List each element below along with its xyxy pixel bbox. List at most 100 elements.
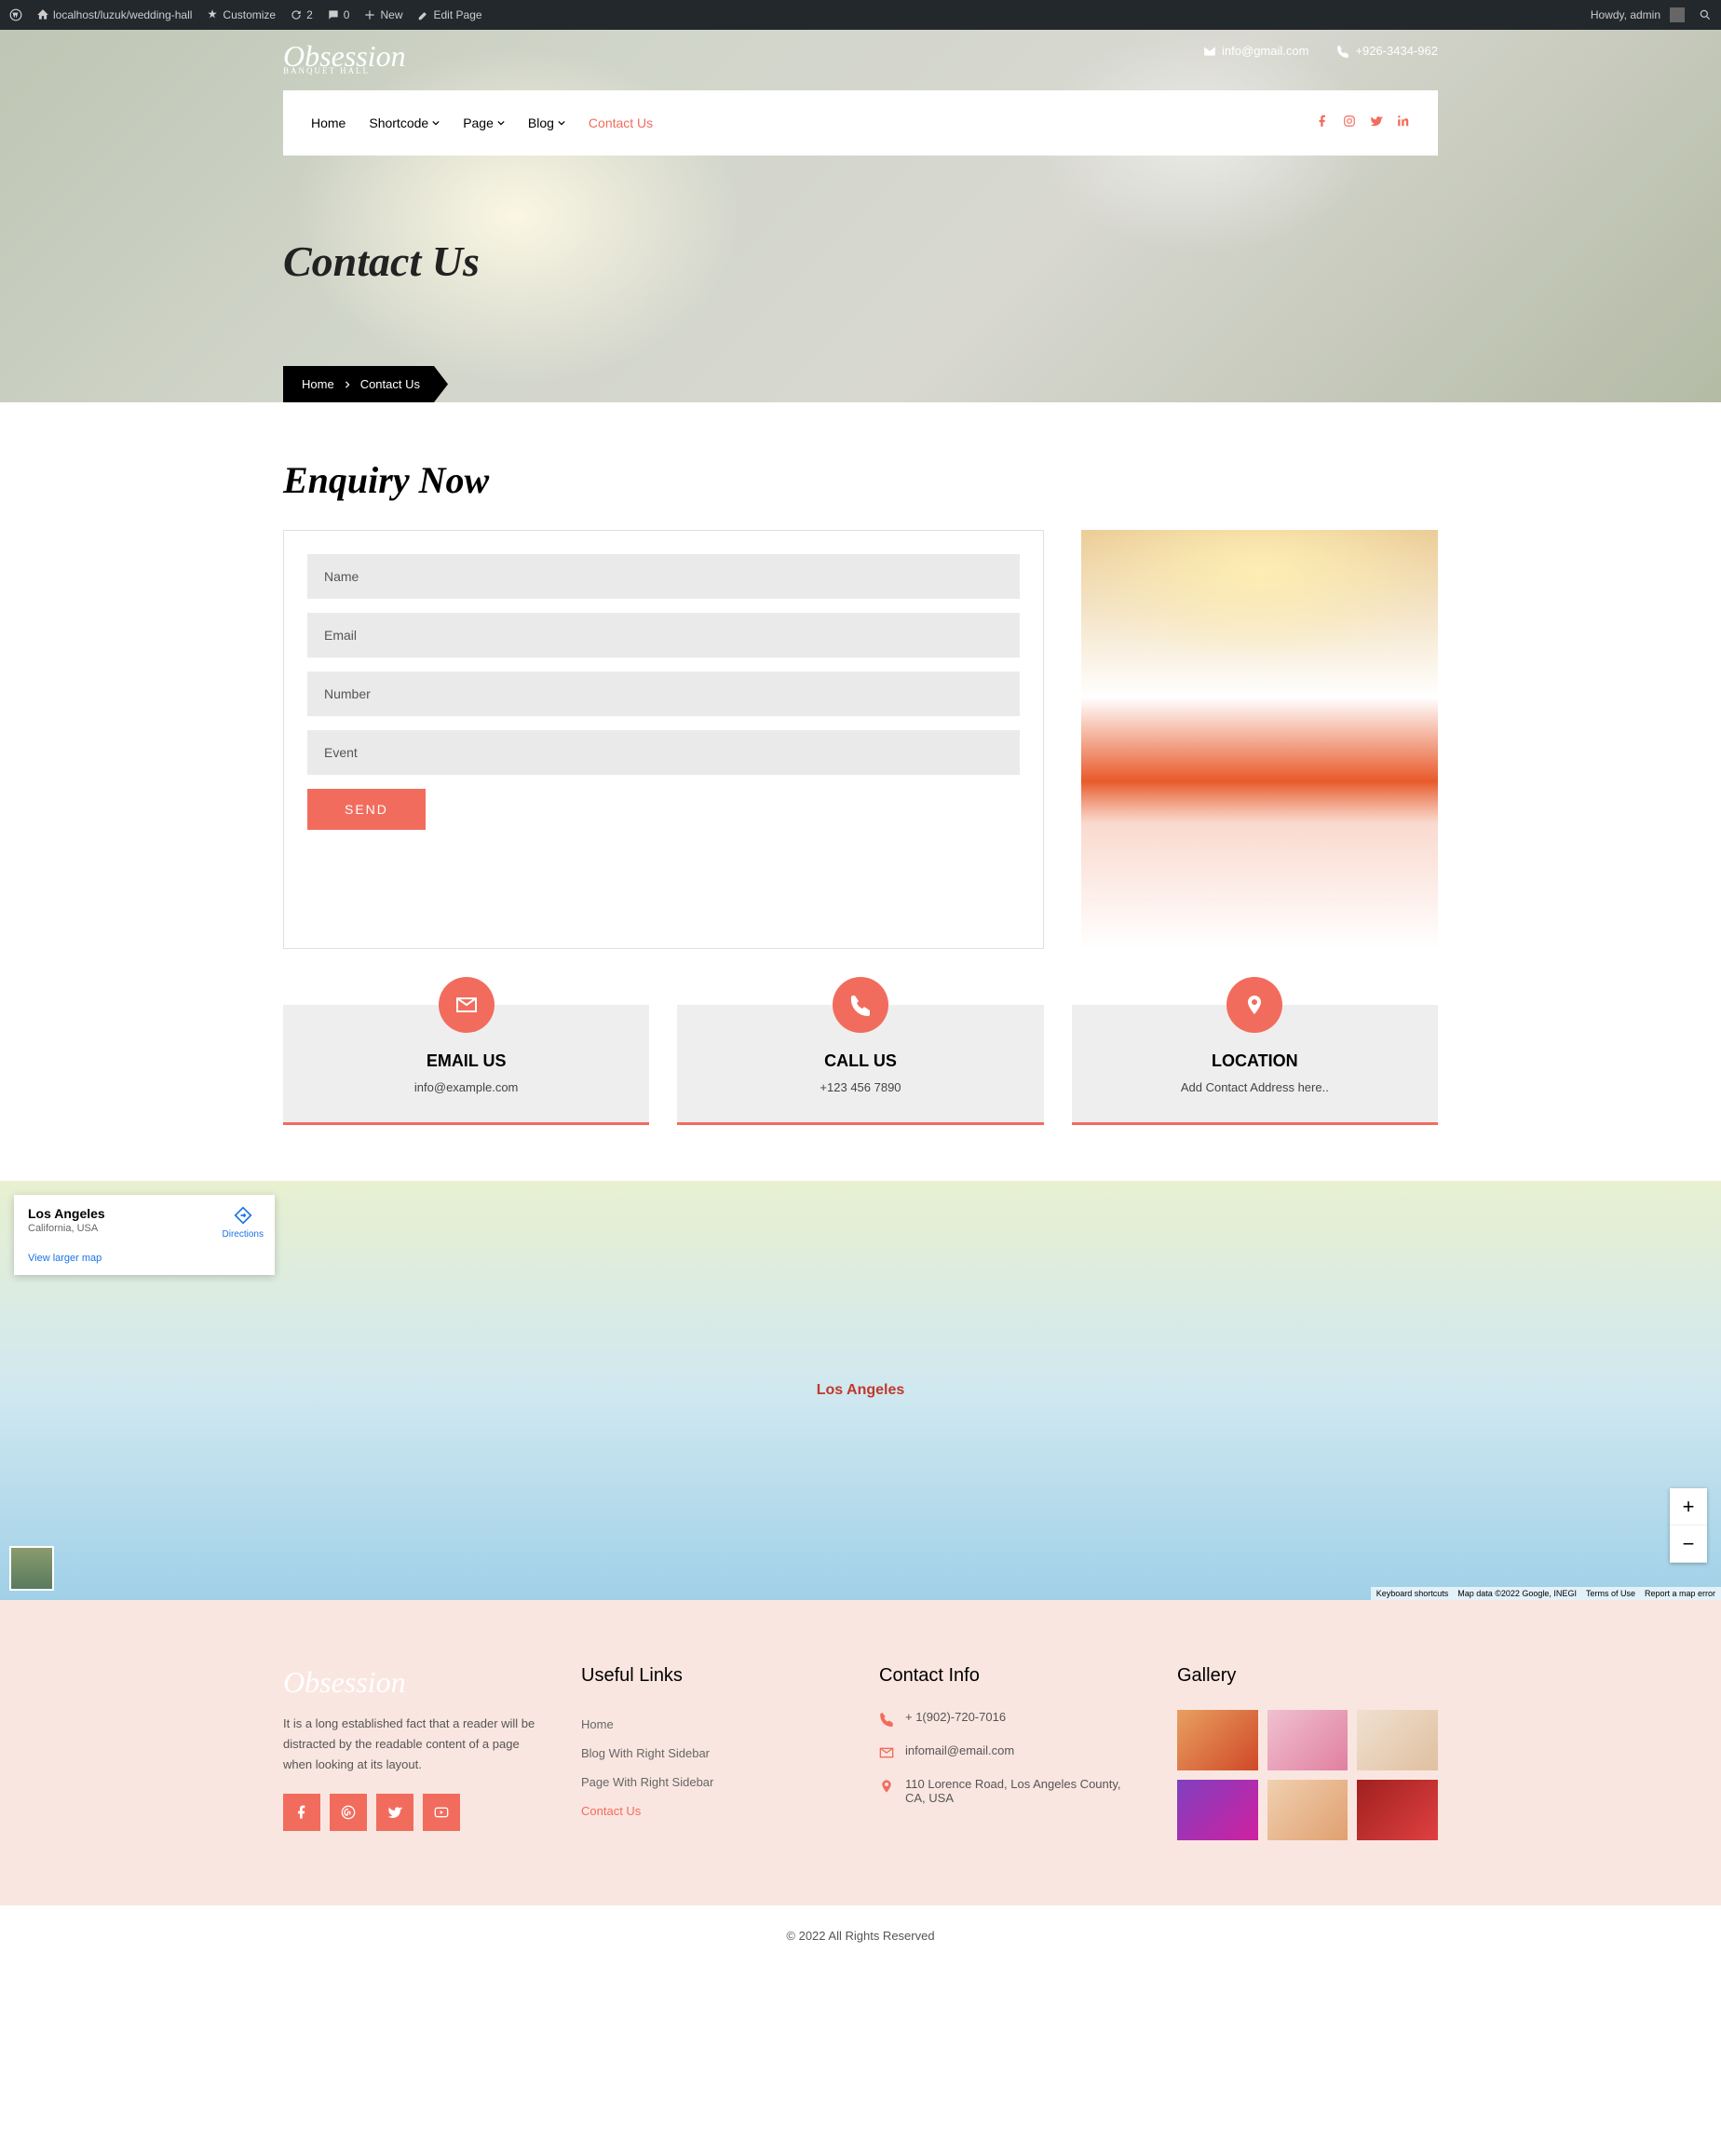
breadcrumb-current: Contact Us [360, 377, 420, 391]
call-card: CALL US +123 456 7890 [677, 1005, 1043, 1125]
number-input[interactable] [307, 671, 1020, 716]
new-link[interactable]: New [363, 8, 402, 21]
footer-heading: Gallery [1177, 1665, 1438, 1687]
footer-link-contact[interactable]: Contact Us [581, 1797, 842, 1825]
chevron-down-icon [432, 119, 440, 127]
page-title: Contact Us [283, 156, 1438, 366]
search-icon[interactable] [1699, 8, 1712, 21]
footer-heading: Useful Links [581, 1665, 842, 1687]
card-title: CALL US [696, 1051, 1024, 1071]
footer-link-blog[interactable]: Blog With Right Sidebar [581, 1739, 842, 1768]
view-larger-map[interactable]: View larger map [28, 1253, 261, 1264]
card-title: LOCATION [1091, 1051, 1419, 1071]
map[interactable]: Los Angeles California, USA Directions V… [0, 1181, 1721, 1600]
gallery-thumb[interactable] [1267, 1710, 1348, 1770]
map-satellite-toggle[interactable] [9, 1546, 54, 1591]
nav-blog[interactable]: Blog [528, 115, 565, 130]
map-terms[interactable]: Terms of Use [1586, 1589, 1635, 1598]
directions-button[interactable]: Directions [223, 1206, 264, 1240]
linkedin-icon[interactable] [1397, 115, 1410, 132]
top-contact: info@gmail.com +926-3434-962 [283, 30, 1438, 72]
event-input[interactable] [307, 730, 1020, 775]
top-phone[interactable]: +926-3434-962 [1336, 44, 1438, 58]
footer-desc: It is a long established fact that a rea… [283, 1714, 544, 1775]
gallery-thumb[interactable] [1357, 1710, 1438, 1770]
facebook-icon[interactable] [283, 1794, 320, 1831]
copyright: © 2022 All Rights Reserved [0, 1905, 1721, 1966]
card-value: info@example.com [302, 1080, 630, 1094]
comments-link[interactable]: 0 [327, 8, 350, 21]
main-nav: Home Shortcode Page Blog Contact Us [283, 90, 1438, 156]
nav-social [1316, 115, 1410, 132]
gallery-thumb[interactable] [1357, 1780, 1438, 1840]
email-card: EMAIL US info@example.com [283, 1005, 649, 1125]
gallery-thumb[interactable] [1267, 1780, 1348, 1840]
phone-icon [1336, 45, 1349, 58]
footer-address: 110 Lorence Road, Los Angeles County, CA… [879, 1777, 1140, 1805]
zoom-out-button[interactable]: − [1670, 1525, 1707, 1563]
footer-about: Obsession It is a long established fact … [283, 1665, 544, 1840]
howdy[interactable]: Howdy, admin [1591, 7, 1685, 22]
enquiry-section: Enquiry Now SEND [255, 402, 1466, 1005]
envelope-icon [1203, 45, 1216, 58]
nav-page[interactable]: Page [463, 115, 505, 130]
edit-page-link[interactable]: Edit Page [417, 8, 482, 21]
phone-icon [879, 1712, 894, 1727]
updates-link[interactable]: 2 [290, 8, 313, 21]
card-title: EMAIL US [302, 1051, 630, 1071]
youtube-icon[interactable] [423, 1794, 460, 1831]
pin-icon [879, 1779, 894, 1794]
nav-contact[interactable]: Contact Us [589, 115, 653, 130]
map-data: Map data ©2022 Google, INEGI [1457, 1589, 1577, 1598]
footer-contact: Contact Info + 1(902)-720-7016 infomail@… [879, 1665, 1140, 1840]
zoom-in-button[interactable]: + [1670, 1488, 1707, 1525]
customize-link[interactable]: Customize [206, 8, 276, 21]
twitter-icon[interactable] [376, 1794, 413, 1831]
envelope-icon [879, 1745, 894, 1760]
footer-heading: Contact Info [879, 1665, 1140, 1687]
footer-useful: Useful Links Home Blog With Right Sideba… [581, 1665, 842, 1840]
gallery-thumb[interactable] [1177, 1780, 1258, 1840]
pinterest-icon[interactable] [330, 1794, 367, 1831]
twitter-icon[interactable] [1370, 115, 1383, 132]
admin-bar: localhost/luzuk/wedding-hall Customize 2… [0, 0, 1721, 30]
facebook-icon[interactable] [1316, 115, 1329, 132]
nav-shortcode[interactable]: Shortcode [369, 115, 440, 130]
card-value: Add Contact Address here.. [1091, 1080, 1419, 1094]
pin-icon [1226, 977, 1282, 1033]
footer-email: infomail@email.com [879, 1743, 1140, 1760]
footer-link-page[interactable]: Page With Right Sidebar [581, 1768, 842, 1797]
map-attribution: Keyboard shortcuts Map data ©2022 Google… [1371, 1587, 1721, 1600]
enquiry-title: Enquiry Now [283, 458, 1438, 502]
site-name[interactable]: localhost/luzuk/wedding-hall [36, 8, 192, 21]
chevron-down-icon [558, 119, 565, 127]
footer-logo[interactable]: Obsession [283, 1665, 544, 1700]
instagram-icon[interactable] [1343, 115, 1356, 132]
map-report[interactable]: Report a map error [1645, 1589, 1715, 1598]
footer: Obsession It is a long established fact … [0, 1600, 1721, 1905]
map-info-card: Los Angeles California, USA Directions V… [14, 1195, 275, 1275]
map-shortcuts[interactable]: Keyboard shortcuts [1376, 1589, 1449, 1598]
footer-link-home[interactable]: Home [581, 1710, 842, 1739]
chevron-right-icon [344, 381, 351, 388]
wp-logo[interactable] [9, 8, 22, 21]
send-button[interactable]: SEND [307, 789, 426, 830]
top-email[interactable]: info@gmail.com [1203, 44, 1308, 58]
phone-icon [833, 977, 888, 1033]
card-value: +123 456 7890 [696, 1080, 1024, 1094]
hero: Obsession BANQUET HALL info@gmail.com +9… [0, 30, 1721, 402]
gallery-thumb[interactable] [1177, 1710, 1258, 1770]
envelope-icon [439, 977, 495, 1033]
logo[interactable]: Obsession BANQUET HALL [283, 39, 406, 75]
map-label: Los Angeles [817, 1382, 905, 1399]
map-zoom: + − [1670, 1488, 1707, 1563]
breadcrumb: Home Contact Us [283, 366, 448, 402]
footer-gallery: Gallery [1177, 1665, 1438, 1840]
chevron-down-icon [497, 119, 505, 127]
footer-phone: + 1(902)-720-7016 [879, 1710, 1140, 1727]
contact-cards: EMAIL US info@example.com CALL US +123 4… [255, 1005, 1466, 1181]
nav-home[interactable]: Home [311, 115, 346, 130]
email-input[interactable] [307, 613, 1020, 658]
name-input[interactable] [307, 554, 1020, 599]
breadcrumb-home[interactable]: Home [302, 377, 334, 391]
